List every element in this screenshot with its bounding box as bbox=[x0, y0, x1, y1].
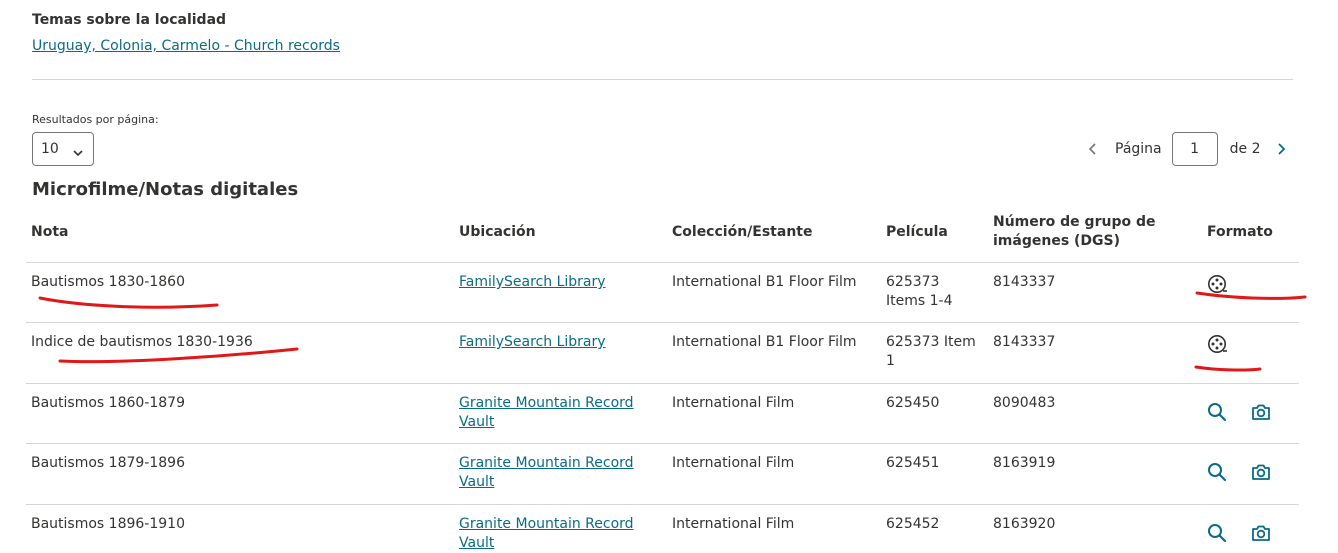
row-divider bbox=[26, 322, 1299, 323]
chevron-left-icon bbox=[1088, 143, 1096, 155]
note-cell: Bautismos 1896-1910 bbox=[31, 516, 185, 532]
dgs-cell: 8143337 bbox=[993, 274, 1056, 290]
row-divider bbox=[26, 262, 1299, 263]
dgs-cell: 8090483 bbox=[993, 395, 1056, 411]
dgs-cell: 8163920 bbox=[993, 516, 1056, 532]
previous-page-button[interactable] bbox=[1082, 138, 1104, 160]
search-icon[interactable] bbox=[1206, 522, 1228, 544]
location-link[interactable]: Granite Mountain Record Vault bbox=[459, 454, 649, 492]
location-link[interactable]: Granite Mountain Record Vault bbox=[459, 394, 649, 432]
pagination: Página de 2 bbox=[1082, 132, 1292, 166]
page-label: Página bbox=[1115, 141, 1162, 157]
column-header-film: Película bbox=[886, 223, 948, 240]
next-page-button[interactable] bbox=[1270, 138, 1292, 160]
note-cell: Bautismos 1879-1896 bbox=[31, 455, 185, 471]
film-cell: 625450 bbox=[886, 395, 940, 411]
section-title: Microfilme/Notas digitales bbox=[32, 179, 299, 200]
film-cell: 625373 Items 1-4 bbox=[886, 274, 953, 309]
location-link[interactable]: FamilySearch Library bbox=[459, 273, 649, 292]
film-reel-icon bbox=[1206, 333, 1228, 355]
collection-cell: International Film bbox=[672, 395, 795, 411]
film-reel-icon bbox=[1206, 273, 1228, 295]
column-header-collection: Colección/Estante bbox=[672, 223, 813, 240]
collection-cell: International B1 Floor Film bbox=[672, 274, 857, 290]
camera-icon[interactable] bbox=[1250, 401, 1272, 423]
search-icon[interactable] bbox=[1206, 401, 1228, 423]
topics-heading: Temas sobre la localidad bbox=[32, 12, 227, 28]
results-per-page-select[interactable]: 10 bbox=[32, 132, 94, 166]
camera-icon[interactable] bbox=[1250, 461, 1272, 483]
page-of-label: de 2 bbox=[1229, 141, 1261, 157]
camera-icon[interactable] bbox=[1250, 522, 1272, 544]
note-cell: Bautismos 1860-1879 bbox=[31, 395, 185, 411]
topic-link-carmelo-church-records[interactable]: Uruguay, Colonia, Carmelo - Church recor… bbox=[32, 38, 340, 54]
dgs-cell: 8163919 bbox=[993, 455, 1056, 471]
dgs-cell: 8143337 bbox=[993, 334, 1056, 350]
column-header-note: Nota bbox=[31, 223, 69, 240]
chevron-right-icon bbox=[1278, 143, 1286, 155]
column-header-dgs: Número de grupo de imágenes (DGS) bbox=[993, 214, 1156, 249]
collection-cell: International Film bbox=[672, 455, 795, 471]
results-per-page-label: Resultados por página: bbox=[32, 113, 159, 126]
chevron-down-icon bbox=[73, 145, 83, 161]
divider bbox=[32, 79, 1293, 80]
note-cell: Bautismos 1830-1860 bbox=[31, 274, 185, 290]
collection-cell: International Film bbox=[672, 516, 795, 532]
collection-cell: International B1 Floor Film bbox=[672, 334, 857, 350]
column-header-location: Ubicación bbox=[459, 223, 536, 240]
film-cell: 625451 bbox=[886, 455, 940, 471]
film-cell: 625373 Item 1 bbox=[886, 334, 976, 369]
film-cell: 625452 bbox=[886, 516, 940, 532]
note-cell: Indice de bautismos 1830-1936 bbox=[31, 334, 253, 350]
column-header-format: Formato bbox=[1207, 223, 1273, 240]
location-link[interactable]: Granite Mountain Record Vault bbox=[459, 515, 649, 553]
location-link[interactable]: FamilySearch Library bbox=[459, 333, 649, 352]
row-divider bbox=[26, 383, 1299, 384]
row-divider bbox=[26, 504, 1299, 505]
page-number-input[interactable] bbox=[1171, 132, 1218, 166]
search-icon[interactable] bbox=[1206, 461, 1228, 483]
row-divider bbox=[26, 443, 1299, 444]
results-per-page-value: 10 bbox=[41, 141, 59, 157]
